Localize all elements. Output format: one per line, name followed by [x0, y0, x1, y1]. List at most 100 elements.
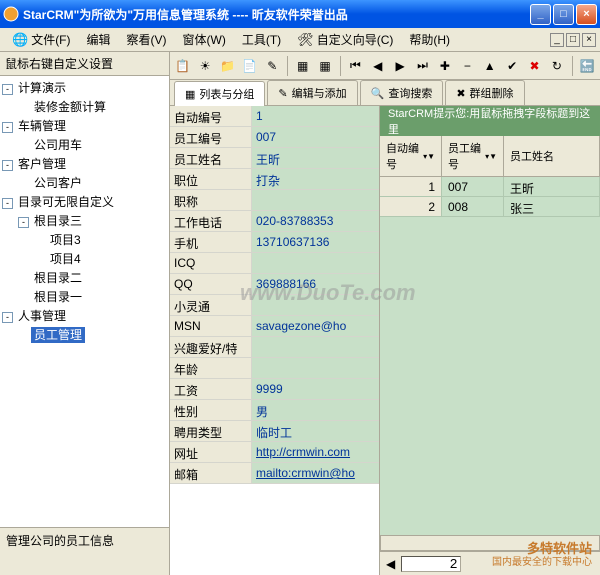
field-value[interactable]: 王昕: [252, 148, 379, 168]
tree-node[interactable]: 装修金额计算: [2, 97, 167, 116]
tree-node[interactable]: -客户管理: [2, 154, 167, 173]
tree-label[interactable]: 根目录一: [31, 289, 85, 305]
mdi-min-button[interactable]: _: [550, 33, 564, 47]
tree-node[interactable]: -车辆管理: [2, 116, 167, 135]
field-value[interactable]: [252, 253, 379, 273]
close-button[interactable]: ×: [576, 4, 597, 25]
tab-group[interactable]: ✖群组删除: [445, 80, 524, 105]
field-value[interactable]: 男: [252, 400, 379, 420]
tree-node[interactable]: 项目4: [2, 249, 167, 268]
menu-tools[interactable]: 工具(T): [234, 29, 289, 50]
menu-window[interactable]: 窗体(W): [175, 29, 234, 50]
tb-btn-2[interactable]: ☀: [194, 55, 215, 77]
tree-label[interactable]: 项目3: [47, 232, 84, 248]
tab-edit[interactable]: ✎编辑与添加: [267, 80, 357, 105]
tab-search[interactable]: 🔍查询搜索: [360, 80, 444, 105]
tb-grid2-icon[interactable]: ▦: [314, 55, 335, 77]
tree-label[interactable]: 项目4: [47, 251, 84, 267]
field-value[interactable]: [252, 295, 379, 315]
nav-prev-button[interactable]: ◀: [367, 55, 388, 77]
menu-file[interactable]: 🌐文件(F): [4, 29, 79, 50]
nav-confirm-button[interactable]: ✔: [501, 55, 522, 77]
menu-view[interactable]: 察看(V): [119, 29, 175, 50]
field-value[interactable]: 打杂: [252, 169, 379, 189]
tree-node[interactable]: -计算演示: [2, 78, 167, 97]
menu-wizard[interactable]: 🛠自定义向导(C): [289, 29, 401, 50]
field-value[interactable]: [252, 337, 379, 357]
mdi-close-button[interactable]: ×: [582, 33, 596, 47]
tree-label[interactable]: 车辆管理: [15, 118, 69, 134]
tree-node[interactable]: -根目录三: [2, 211, 167, 230]
tree-node[interactable]: -人事管理: [2, 306, 167, 325]
grid-body[interactable]: 1007王昕2008张三: [380, 177, 600, 535]
grid-row[interactable]: 1007王昕: [380, 177, 600, 197]
nav-refresh-button[interactable]: ↻: [546, 55, 567, 77]
grid-cell[interactable]: 007: [442, 177, 504, 196]
nav-edit-button[interactable]: ▲: [479, 55, 500, 77]
col-empid[interactable]: 员工编号▾▼: [442, 136, 504, 176]
grid-cell[interactable]: 2: [380, 197, 442, 216]
menu-edit[interactable]: 编辑: [79, 29, 119, 50]
tree-node[interactable]: 根目录二: [2, 268, 167, 287]
field-value[interactable]: 020-83788353: [252, 211, 379, 231]
tree-label[interactable]: 公司客户: [31, 175, 85, 191]
tree-node[interactable]: 公司用车: [2, 135, 167, 154]
field-value[interactable]: 1: [252, 106, 379, 126]
arrow-left-icon[interactable]: ◀: [386, 557, 395, 571]
tree-label[interactable]: 根目录三: [31, 213, 85, 229]
grid-cell[interactable]: 1: [380, 177, 442, 196]
grid-group-hint[interactable]: StarCRM提示您:用鼠标拖拽字段标题到这里: [380, 106, 600, 136]
expander-icon[interactable]: -: [2, 198, 13, 209]
tree-node[interactable]: 项目3: [2, 230, 167, 249]
field-value[interactable]: 369888166: [252, 274, 379, 294]
tb-btn-5[interactable]: ✎: [262, 55, 283, 77]
minimize-button[interactable]: _: [530, 4, 551, 25]
tree-label[interactable]: 根目录二: [31, 270, 85, 286]
grid-cell[interactable]: 王昕: [504, 177, 600, 196]
tree-node[interactable]: -目录可无限自定义: [2, 192, 167, 211]
col-name[interactable]: 员工姓名: [504, 136, 600, 176]
tree-label[interactable]: 人事管理: [15, 308, 69, 324]
tree-label[interactable]: 计算演示: [15, 80, 69, 96]
field-value[interactable]: 9999: [252, 379, 379, 399]
nav-remove-button[interactable]: −: [457, 55, 478, 77]
tb-btn-4[interactable]: 📄: [239, 55, 260, 77]
field-value[interactable]: 临时工: [252, 421, 379, 441]
expander-icon[interactable]: -: [2, 84, 13, 95]
tb-btn-1[interactable]: 📋: [172, 55, 193, 77]
tab-list[interactable]: ▦列表与分组: [174, 81, 265, 106]
nav-add-button[interactable]: ✚: [434, 55, 455, 77]
expander-icon[interactable]: -: [18, 217, 29, 228]
mdi-restore-button[interactable]: □: [566, 33, 580, 47]
nav-last-button[interactable]: ⏭: [412, 55, 433, 77]
expander-icon[interactable]: -: [2, 122, 13, 133]
field-value[interactable]: 007: [252, 127, 379, 147]
nav-tree[interactable]: -计算演示装修金额计算-车辆管理公司用车-客户管理公司客户-目录可无限自定义-根…: [0, 76, 169, 527]
tree-node[interactable]: 公司客户: [2, 173, 167, 192]
tree-label[interactable]: 客户管理: [15, 156, 69, 172]
field-value[interactable]: mailto:crmwin@ho: [252, 463, 379, 483]
expander-icon[interactable]: -: [2, 160, 13, 171]
grid-cell[interactable]: 008: [442, 197, 504, 216]
field-value[interactable]: savagezone@ho: [252, 316, 379, 336]
grid-cell[interactable]: 张三: [504, 197, 600, 216]
tree-label[interactable]: 目录可无限自定义: [15, 194, 117, 210]
nav-cancel-button[interactable]: ✖: [524, 55, 545, 77]
grid-row[interactable]: 2008张三: [380, 197, 600, 217]
maximize-button[interactable]: □: [553, 4, 574, 25]
field-value[interactable]: http://crmwin.com: [252, 442, 379, 462]
tree-label[interactable]: 公司用车: [31, 137, 85, 153]
field-value[interactable]: [252, 358, 379, 378]
page-input[interactable]: [401, 556, 461, 572]
nav-next-button[interactable]: ▶: [389, 55, 410, 77]
col-autoid[interactable]: 自动编号▾▼: [380, 136, 442, 176]
tree-label[interactable]: 员工管理: [31, 327, 85, 343]
menu-help[interactable]: 帮助(H): [401, 29, 458, 50]
field-value[interactable]: [252, 190, 379, 210]
tree-node[interactable]: 员工管理: [2, 325, 167, 344]
nav-first-button[interactable]: ⏮: [345, 55, 366, 77]
tb-btn-3[interactable]: 📁: [217, 55, 238, 77]
tree-node[interactable]: 根目录一: [2, 287, 167, 306]
field-value[interactable]: 13710637136: [252, 232, 379, 252]
tb-exit-button[interactable]: 🔚: [577, 55, 598, 77]
